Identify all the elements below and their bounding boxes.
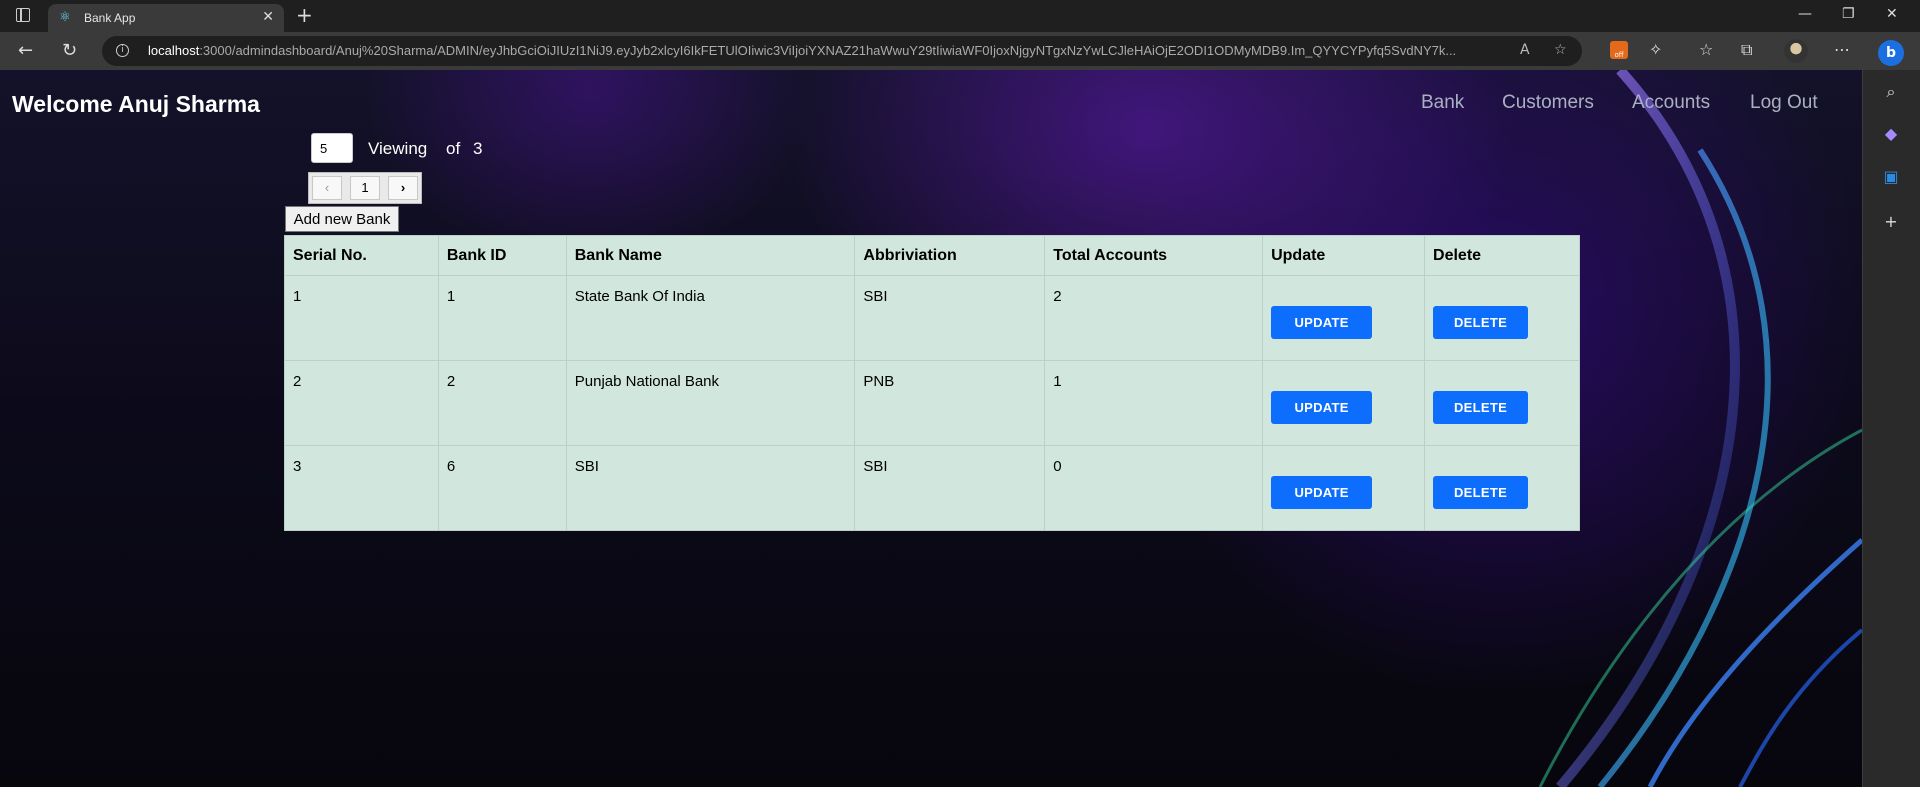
cell-abbreviation: PNB [854,360,1046,446]
favorites-icon[interactable]: ☆ [1699,41,1713,59]
cell-delete: DELETE [1424,275,1580,361]
react-favicon-icon: ⚛ [59,10,71,25]
nav-bank[interactable]: Bank [1421,92,1464,114]
favorite-star-icon[interactable]: ☆ [1554,42,1567,58]
cell-update: UPDATE [1262,275,1426,361]
extensions-icon[interactable]: ✧ [1649,41,1662,59]
banks-table: Serial No. Bank ID Bank Name Abbriviatio… [284,235,1580,531]
header-delete: Delete [1424,235,1580,276]
minimize-icon[interactable]: — [1798,6,1812,22]
update-button[interactable]: UPDATE [1271,391,1373,424]
read-aloud-icon[interactable]: A [1520,42,1530,58]
cell-bank-name: SBI [565,445,856,531]
table-header-row: Serial No. Bank ID Bank Name Abbriviatio… [284,235,1580,276]
window-close-icon[interactable]: ✕ [1886,6,1898,22]
nav-accounts[interactable]: Accounts [1632,92,1710,114]
cell-bank-name: State Bank Of India [565,275,856,361]
page-content: Welcome Anuj Sharma Bank Customers Accou… [0,70,1862,787]
page-size-input[interactable] [311,133,353,163]
sidebar-add-icon[interactable]: + [1878,210,1904,234]
site-info-icon[interactable]: i [116,44,129,57]
url-text[interactable]: localhost:3000/admindashboard/Anuj%20Sha… [148,43,1508,58]
update-button[interactable]: UPDATE [1271,306,1373,339]
header-update: Update [1262,235,1426,276]
table-row: 1 1 State Bank Of India SBI 2 UPDATE DEL… [284,275,1580,361]
pagination: ‹ 1 › [308,172,422,204]
collections-icon[interactable]: ⧉ [1741,41,1752,59]
tab-actions-icon[interactable] [16,8,30,22]
sidebar-search-icon[interactable]: ⌕ [1878,80,1904,104]
close-tab-icon[interactable]: ✕ [262,9,274,25]
cell-update: UPDATE [1262,445,1426,531]
update-button[interactable]: UPDATE [1271,476,1373,509]
delete-button[interactable]: DELETE [1433,391,1529,424]
cell-bank-id: 1 [437,275,567,361]
bing-copilot-icon[interactable]: b [1878,40,1904,66]
cell-total-accounts: 2 [1044,275,1264,361]
add-new-bank-button[interactable]: Add new Bank [285,206,399,232]
browser-toolbar: ← ↻ i localhost:3000/admindashboard/Anuj… [0,32,1920,70]
delete-button[interactable]: DELETE [1433,476,1529,509]
nav-customers[interactable]: Customers [1502,92,1594,114]
table-row: 3 6 SBI SBI 0 UPDATE DELETE [284,445,1580,531]
more-menu-icon[interactable]: ⋯ [1834,41,1850,59]
cell-total-accounts: 0 [1044,445,1264,531]
cell-bank-id: 6 [437,445,567,531]
refresh-icon[interactable]: ↻ [62,41,77,61]
of-label: of [446,139,461,158]
header-total-accounts: Total Accounts [1044,235,1264,276]
browser-tab-bar: ⚛ Bank App ✕ + — ❐ ✕ [0,0,1920,32]
extension-off-icon[interactable]: off [1610,41,1628,59]
sidebar-games-icon[interactable]: ◆ [1878,122,1904,146]
cell-serial: 3 [284,445,439,531]
viewing-label: Viewing [368,139,428,158]
cell-delete: DELETE [1424,360,1580,446]
cell-update: UPDATE [1262,360,1426,446]
header-bank-id: Bank ID [437,235,567,276]
cell-bank-name: Punjab National Bank [565,360,856,446]
cell-serial: 2 [284,360,439,446]
cell-abbreviation: SBI [854,275,1046,361]
total-count: 3 [473,139,483,158]
nav-logout[interactable]: Log Out [1750,92,1818,114]
new-tab-icon[interactable]: + [296,4,313,26]
restore-icon[interactable]: ❐ [1842,6,1855,22]
cell-bank-id: 2 [437,360,567,446]
browser-tab[interactable]: ⚛ Bank App ✕ [48,4,284,32]
back-icon[interactable]: ← [18,41,33,61]
sidebar-outlook-icon[interactable]: ▣ [1878,165,1904,189]
header-serial: Serial No. [284,235,439,276]
tab-title: Bank App [84,11,136,25]
delete-button[interactable]: DELETE [1433,306,1529,339]
cell-delete: DELETE [1424,445,1580,531]
table-row: 2 2 Punjab National Bank PNB 1 UPDATE DE… [284,360,1580,446]
address-bar[interactable]: i localhost:3000/admindashboard/Anuj%20S… [102,36,1582,66]
header-bank-name: Bank Name [565,235,856,276]
cell-total-accounts: 1 [1044,360,1264,446]
page-1-button[interactable]: 1 [350,176,380,200]
profile-avatar[interactable] [1784,39,1808,63]
cell-serial: 1 [284,275,439,361]
next-page-button[interactable]: › [388,176,418,200]
header-abbreviation: Abbriviation [854,235,1046,276]
prev-page-button[interactable]: ‹ [312,176,342,200]
welcome-heading: Welcome Anuj Sharma [12,91,260,117]
cell-abbreviation: SBI [854,445,1046,531]
